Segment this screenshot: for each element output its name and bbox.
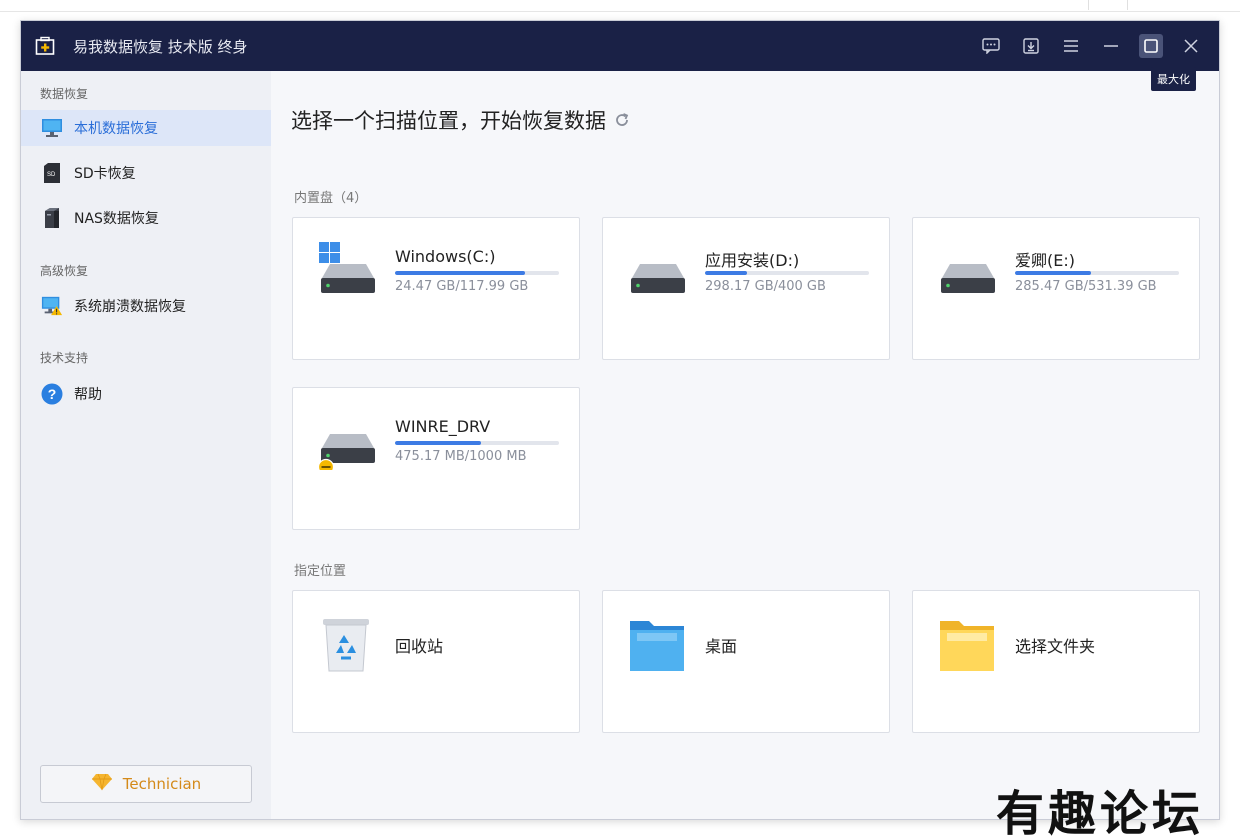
import-button[interactable] — [1019, 34, 1043, 58]
location-name: 桌面 — [705, 637, 738, 656]
background-tab-divider — [1127, 0, 1128, 10]
sidebar-item-label: 本机数据恢复 — [74, 121, 158, 137]
technician-button[interactable]: Technician — [40, 765, 252, 803]
diamond-icon — [91, 773, 113, 795]
sidebar-item-sd-card[interactable]: SD SD卡恢复 — [21, 155, 271, 191]
maximize-button[interactable] — [1139, 34, 1163, 58]
desktop-folder-icon — [630, 621, 684, 671]
drive-usage-fill — [1015, 271, 1091, 275]
download-icon — [1023, 38, 1039, 54]
nas-icon — [41, 207, 63, 229]
sidebar-section-support: 技术支持 — [40, 351, 89, 365]
internal-disks-label: 内置盘（4） — [294, 191, 368, 206]
sidebar-section-data-recovery: 数据恢复 — [40, 87, 89, 101]
drive-size: 285.47 GB/531.39 GB — [1015, 279, 1157, 294]
location-name: 回收站 — [395, 637, 444, 656]
location-card-recycle-bin[interactable]: 回收站 — [292, 590, 580, 733]
app-title: 易我数据恢复 技术版 终身 — [73, 38, 248, 56]
minimize-button[interactable] — [1099, 34, 1123, 58]
hard-drive-icon — [631, 264, 685, 293]
minimize-icon — [1104, 45, 1118, 47]
svg-text:SD: SD — [47, 172, 56, 178]
sidebar-item-label: 帮助 — [74, 387, 102, 403]
refresh-icon[interactable] — [614, 112, 630, 128]
drive-name: Windows(C:) — [395, 247, 496, 266]
drive-card-e[interactable]: 爱卿(E:) 285.47 GB/531.39 GB — [912, 217, 1200, 360]
app-logo-icon — [35, 36, 55, 55]
drive-size: 298.17 GB/400 GB — [705, 279, 826, 294]
sidebar-section-advanced: 高级恢复 — [40, 264, 89, 278]
sidebar-item-local-recovery[interactable]: 本机数据恢复 — [21, 110, 271, 146]
watermark: 有趣论坛 — [996, 786, 1205, 840]
main-content: 选择一个扫描位置，开始恢复数据 内置盘（4） Windows(C:) 24.47… — [271, 71, 1219, 819]
hidden-drive-icon — [317, 434, 375, 470]
drive-size: 475.17 MB/1000 MB — [395, 449, 527, 464]
page-title: 选择一个扫描位置，开始恢复数据 — [291, 105, 630, 135]
drive-usage-fill — [395, 271, 526, 275]
specified-location-label: 指定位置 — [294, 564, 347, 579]
background-browser-strip — [0, 0, 1240, 12]
close-button[interactable] — [1179, 34, 1203, 58]
menu-button[interactable] — [1059, 34, 1083, 58]
windows-drive-icon — [319, 242, 375, 293]
maximize-icon — [1144, 39, 1158, 53]
drive-card-c[interactable]: Windows(C:) 24.47 GB/117.99 GB — [292, 217, 580, 360]
location-name: 选择文件夹 — [1015, 637, 1096, 656]
recycle-bin-icon — [323, 619, 369, 672]
drive-usage-fill — [705, 271, 747, 275]
drive-name: 爱卿(E:) — [1015, 251, 1075, 270]
drive-name: 应用安装(D:) — [705, 251, 800, 270]
svg-text:?: ? — [48, 386, 57, 402]
hamburger-menu-icon — [1064, 40, 1078, 52]
drive-name: WINRE_DRV — [395, 417, 491, 436]
title-bar: 易我数据恢复 技术版 终身 — [21, 21, 1219, 71]
maximize-tooltip: 最大化 — [1151, 67, 1196, 91]
drive-card-d[interactable]: 应用安装(D:) 298.17 GB/400 GB — [602, 217, 890, 360]
sidebar-item-label: NAS数据恢复 — [74, 211, 159, 227]
close-icon — [1184, 39, 1198, 53]
system-crash-icon — [41, 295, 63, 317]
folder-icon — [940, 621, 994, 671]
sidebar-item-system-crash[interactable]: 系统崩溃数据恢复 — [21, 288, 271, 324]
help-icon: ? — [41, 383, 63, 405]
page-title-text: 选择一个扫描位置，开始恢复数据 — [291, 109, 606, 133]
drive-usage-fill — [395, 441, 482, 445]
sidebar: 数据恢复 本机数据恢复 SD SD卡恢复 NAS数据恢复 高级恢复 系统崩溃数据… — [21, 71, 271, 819]
sidebar-item-help[interactable]: ? 帮助 — [21, 376, 271, 412]
drive-usage-bar — [705, 271, 869, 275]
sd-card-icon: SD — [41, 162, 63, 184]
hard-drive-icon — [941, 264, 995, 293]
location-card-desktop[interactable]: 桌面 — [602, 590, 890, 733]
drive-card-winre[interactable]: WINRE_DRV 475.17 MB/1000 MB — [292, 387, 580, 530]
sidebar-item-label: 系统崩溃数据恢复 — [74, 299, 186, 315]
drive-size: 24.47 GB/117.99 GB — [395, 279, 529, 294]
app-window: 易我数据恢复 技术版 终身 最大化 数据恢复 本机数据恢复 SD SD卡恢复 N… — [20, 20, 1220, 820]
location-card-select-folder[interactable]: 选择文件夹 — [912, 590, 1200, 733]
drive-usage-bar — [395, 271, 559, 275]
monitor-icon — [41, 117, 63, 139]
background-tab-divider — [1088, 0, 1089, 10]
chat-icon — [982, 38, 1000, 54]
sidebar-item-nas[interactable]: NAS数据恢复 — [21, 200, 271, 236]
technician-label: Technician — [122, 775, 202, 793]
drive-usage-bar — [1015, 271, 1179, 275]
drive-usage-bar — [395, 441, 559, 445]
feedback-button[interactable] — [979, 34, 1003, 58]
sidebar-item-label: SD卡恢复 — [74, 166, 136, 182]
